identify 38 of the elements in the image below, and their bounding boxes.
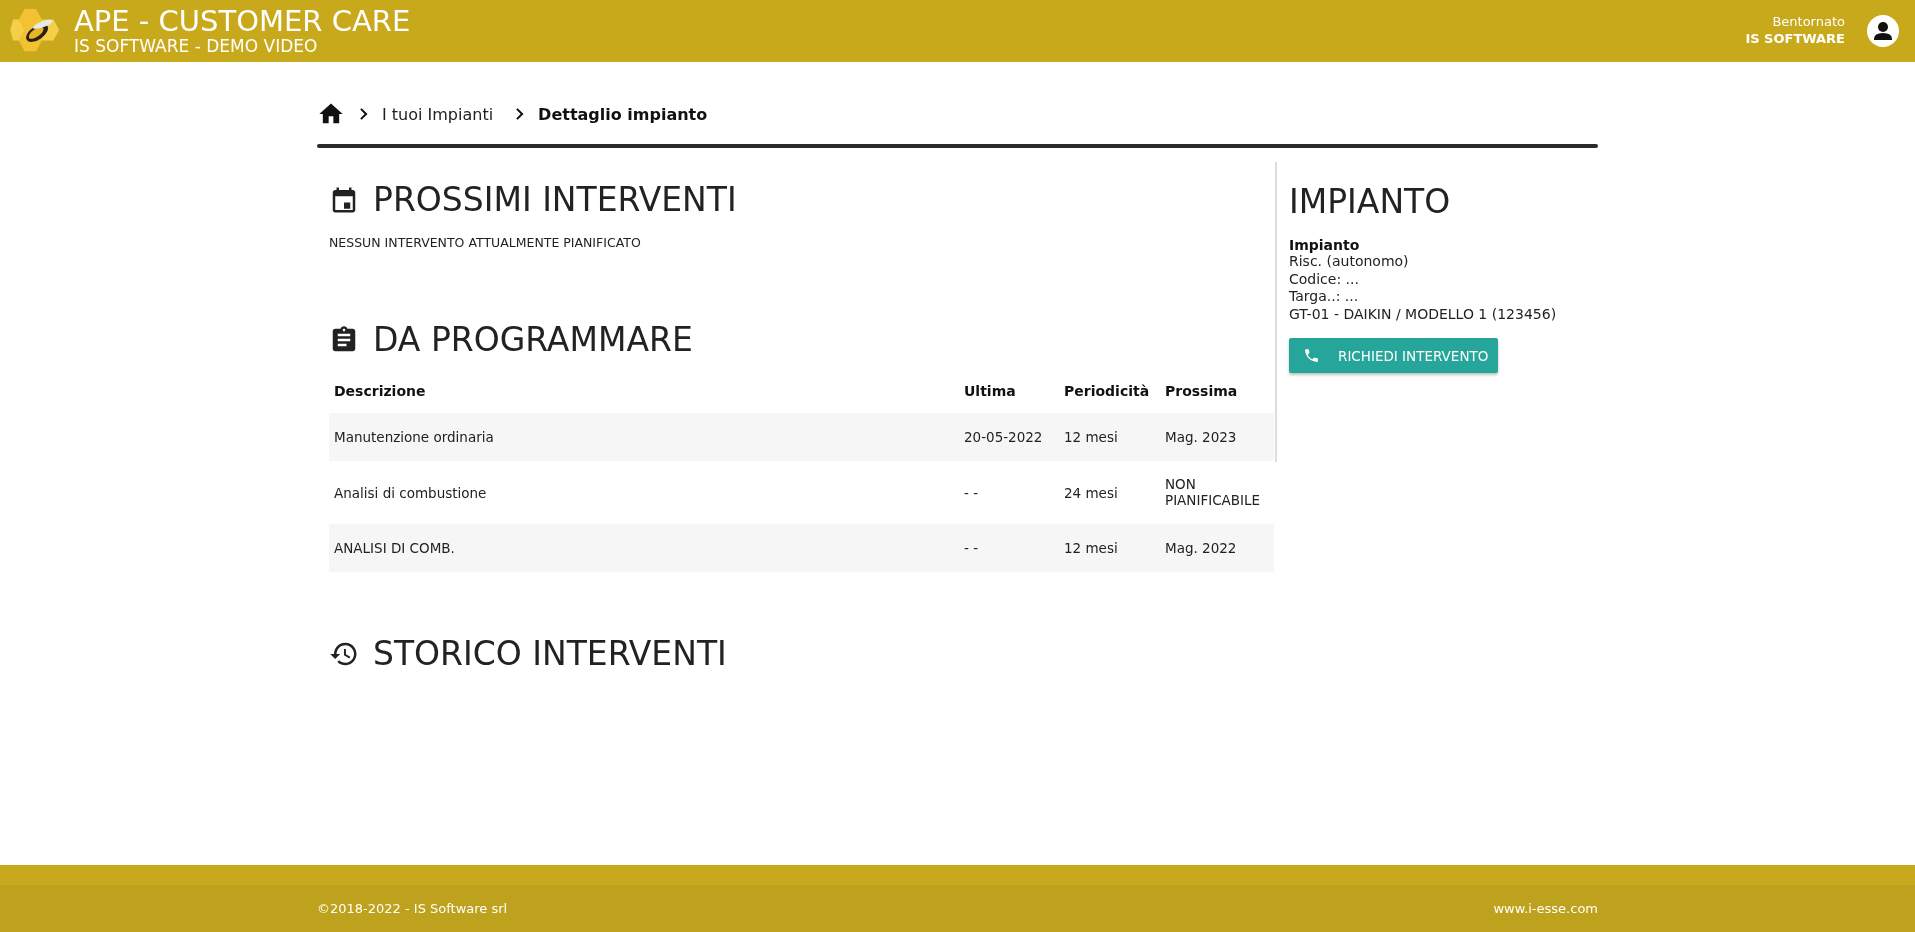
phone-icon [1303,347,1320,364]
plant-detail: Codice: ... [1289,270,1360,288]
table-cell: 20-05-2022 [959,413,1059,461]
plant-detail: Targa..: ... [1289,288,1360,306]
plant-detail: Risc. (autonomo) [1289,253,1410,271]
app-title: APE - CUSTOMER CARE [74,7,411,36]
request-service-button[interactable]: RICHIEDI INTERVENTO [1289,338,1499,373]
empty-message: NESSUN INTERVENTO ATTUALMENTE PIANIFICATO [329,235,642,250]
table-cell: Analisi di combustione [329,461,959,524]
table-cell: - - [959,461,1059,524]
table-cell: Manutenzione ordinaria [329,413,959,461]
column-header: Descrizione [329,383,959,413]
section-title: STORICO INTERVENTI [373,634,727,673]
column-header: Prossima [1160,383,1274,413]
table-cell: 12 mesi [1059,524,1160,572]
column-header: Periodicità [1059,383,1160,413]
table-cell: Mag. 2022 [1160,524,1274,572]
chevron-icon [515,108,525,120]
website-link[interactable]: www.i-esse.com [1493,901,1598,916]
greeting-text: Bentornato [1771,14,1845,31]
column-header: Ultima [959,383,1059,413]
section-title: DA PROGRAMMARE [373,320,693,359]
breadcrumb-link[interactable]: I tuoi Impianti [382,104,494,124]
plant-label: Impianto [1289,237,1361,253]
table-cell: Mag. 2023 [1160,413,1274,461]
plant-detail: GT-01 - DAIKIN / MODELLO 1 (123456) [1289,305,1557,323]
table-cell: 12 mesi [1059,413,1160,461]
chevron-icon [359,108,368,120]
table-cell: NON PIANIFICABILE [1160,461,1274,524]
app-subtitle: IS SOFTWARE - DEMO VIDEO [74,38,319,55]
table-cell: - - [959,524,1059,572]
user-name: IS SOFTWARE [1745,31,1845,48]
account-icon[interactable] [1867,15,1899,47]
panel-title: IMPIANTO [1289,182,1452,221]
section-title: PROSSIMI INTERVENTI [373,180,737,219]
table-cell: 24 mesi [1059,461,1160,524]
copyright-text: ©2018-2022 - IS Software srl [317,901,508,916]
table-cell: ANALISI DI COMB. [329,524,959,572]
